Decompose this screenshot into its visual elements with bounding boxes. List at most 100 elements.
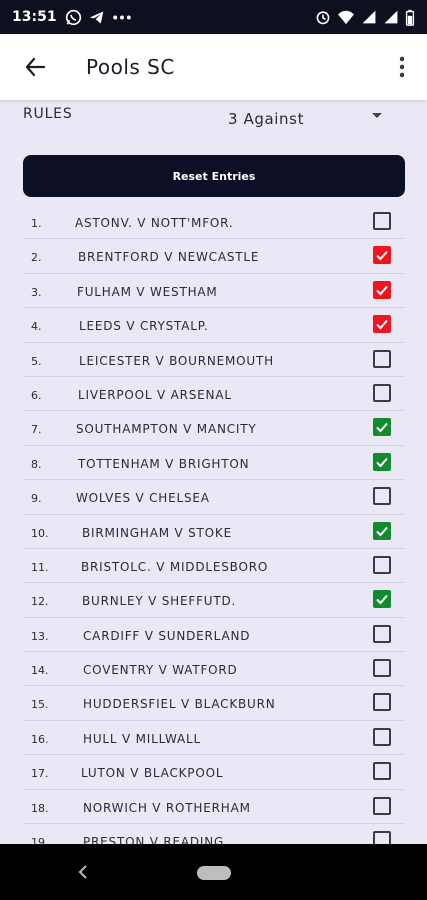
rules-row: RULES 3 Against (0, 100, 427, 144)
status-system-icons (315, 9, 415, 26)
page-title: Pools SC (86, 55, 175, 79)
fixture-checkbox[interactable] (373, 727, 391, 746)
fixture-name: NORWICH V ROTHERHAM (83, 800, 251, 815)
fixture-row: 17. LUTON V BLACKPOOL (23, 755, 405, 790)
fixture-row: 4. LEEDS V CRYSTALP. (23, 308, 405, 343)
fixture-row: 13. CARDIFF V SUNDERLAND (23, 618, 405, 653)
fixture-name: LIVERPOOL V ARSENAL (78, 387, 232, 402)
fixture-number: 4. (31, 320, 42, 334)
fixture-number: 1. (31, 217, 42, 230)
alarm-icon (316, 11, 330, 25)
fixture-number: 10. (31, 526, 49, 540)
check-icon (376, 595, 388, 605)
nav-back-icon (78, 865, 87, 879)
rules-label: RULES (23, 106, 73, 122)
fixture-row: 5. LEICESTER V BOURNEMOUTH (23, 343, 405, 377)
fixture-name: HULL V MILLWALL (83, 731, 201, 746)
fixture-number: 15. (31, 698, 49, 712)
fixture-checkbox[interactable] (373, 418, 391, 437)
more-notifications-icon (112, 15, 131, 19)
fixture-name: WOLVES V CHELSEA (76, 491, 210, 506)
fixture-number: 17. (31, 767, 49, 781)
fixture-row: 11. BRISTOLC. V MIDDLESBORO (23, 549, 405, 584)
whatsapp-icon (65, 9, 81, 25)
fixture-name: TOTTENHAM V BRIGHTON (78, 456, 250, 471)
fixture-checkbox[interactable] (373, 659, 391, 678)
fixture-name: SOUTHAMPTON V MANCITY (76, 422, 257, 437)
fixture-name: BRENTFORD V NEWCASTLE (78, 250, 260, 265)
check-icon (376, 457, 388, 468)
fixture-name: BRISTOLC. V MIDDLESBORO (81, 559, 269, 574)
fixture-checkbox[interactable] (373, 349, 391, 368)
fixture-row: 2. BRENTFORD V NEWCASTLE (23, 239, 405, 274)
fixture-number: 8. (31, 457, 42, 471)
fixture-row: 8. TOTTENHAM V BRIGHTON (23, 446, 405, 481)
fixture-number: 3. (31, 285, 42, 299)
more-options-button[interactable] (387, 47, 417, 87)
dropdown-caret-icon (372, 113, 382, 118)
fixture-row: 7. SOUTHAMPTON V MANCITY (23, 411, 405, 446)
fixture-checkbox[interactable] (373, 762, 391, 781)
fixture-number: 13. (31, 629, 49, 643)
fixture-checkbox[interactable] (373, 383, 391, 402)
fixture-number: 16. (31, 732, 49, 746)
battery-icon (405, 9, 415, 26)
fixture-row: 6. LIVERPOOL V ARSENAL (23, 377, 405, 412)
fixture-name: BIRMINGHAM V STOKE (82, 525, 232, 540)
signal-icon (362, 10, 376, 24)
status-bar: 13:51 (0, 0, 427, 34)
fixture-row: 3. FULHAM V WESTHAM (23, 274, 405, 309)
check-icon (376, 320, 388, 330)
fixture-name: LEEDS V CRYSTALP. (79, 319, 209, 334)
fixture-number: 5. (31, 354, 42, 368)
fixture-number: 2. (31, 251, 42, 265)
app-bar: Pools SC (0, 34, 427, 100)
fixture-checkbox[interactable] (373, 521, 391, 540)
fixture-row: 18. NORWICH V ROTHERHAM (23, 790, 405, 825)
fixture-row: 15. HUDDERSFIEL V BLACKBURN (23, 686, 405, 721)
fixture-checkbox[interactable] (373, 487, 391, 506)
fixture-name: LEICESTER V BOURNEMOUTH (79, 353, 274, 368)
fixture-checkbox[interactable] (373, 624, 391, 643)
fixture-checkbox[interactable] (373, 555, 391, 574)
fixture-number: 14. (31, 664, 49, 678)
fixture-checkbox[interactable] (373, 315, 391, 334)
reset-entries-button[interactable]: Reset Entries (23, 155, 405, 197)
fixture-checkbox[interactable] (373, 590, 391, 609)
fixture-number: 11. (31, 560, 49, 574)
fixture-checkbox[interactable] (373, 246, 391, 265)
fixture-checkbox[interactable] (373, 280, 391, 299)
fixture-number: 6. (31, 388, 42, 402)
back-button[interactable] (10, 42, 60, 92)
fixture-name: ASTONV. V NOTT'MFOR. (75, 216, 234, 230)
navigation-bar (0, 844, 427, 900)
fixture-name: COVENTRY V WATFORD (83, 663, 238, 678)
nav-home-button[interactable] (197, 866, 231, 880)
fixture-name: BURNLEY V SHEFFUTD. (82, 594, 237, 609)
check-icon (376, 251, 388, 261)
check-icon (376, 285, 388, 296)
arrow-left-icon (25, 57, 46, 77)
fixture-row: 16. HULL V MILLWALL (23, 721, 405, 756)
more-vert-icon (399, 56, 405, 78)
fixture-checkbox[interactable] (373, 693, 391, 712)
telegram-icon (89, 11, 103, 23)
fixture-checkbox[interactable] (373, 452, 391, 471)
nav-back-button[interactable] (74, 862, 92, 882)
fixture-number: 7. (31, 423, 42, 437)
fixture-row: 14. COVENTRY V WATFORD (23, 652, 405, 687)
wifi-icon (338, 10, 354, 25)
fixture-name: CARDIFF V SUNDERLAND (83, 628, 251, 643)
fixture-checkbox[interactable] (373, 796, 391, 815)
status-notification-icons (65, 9, 133, 26)
fixtures-list: 1. ASTONV. V NOTT'MFOR. 2. BRENTFORD V NEWC… (23, 205, 405, 859)
rules-selected-value: 3 Against (228, 110, 305, 128)
rules-dropdown[interactable]: 3 Against (228, 106, 388, 132)
check-icon (376, 423, 388, 433)
fixture-checkbox[interactable] (373, 212, 391, 230)
fixture-number: 12. (31, 595, 49, 609)
status-time: 13:51 (12, 9, 57, 25)
fixture-row: 10. BIRMINGHAM V STOKE (23, 515, 405, 549)
fixture-number: 9. (31, 492, 42, 506)
fixture-row: 1. ASTONV. V NOTT'MFOR. (23, 205, 405, 240)
